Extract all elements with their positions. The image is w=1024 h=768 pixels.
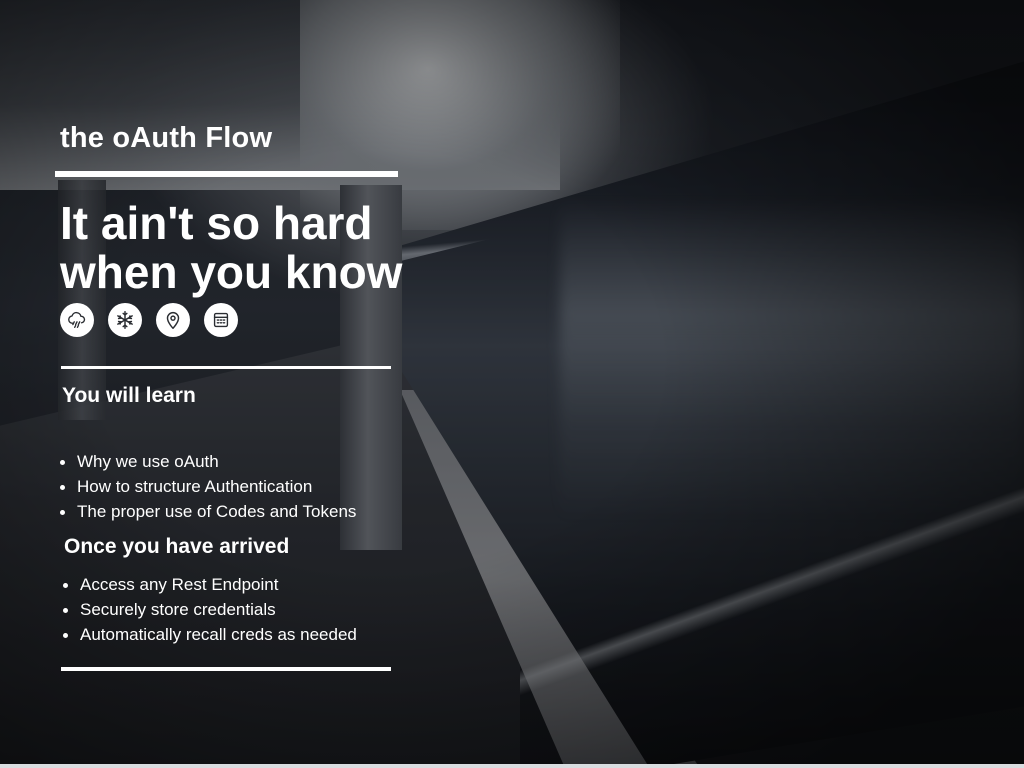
- learn-heading: You will learn: [62, 384, 196, 407]
- list-item: The proper use of Codes and Tokens: [60, 499, 356, 524]
- slide-content: the oAuth Flow It ain't so hard when you…: [0, 0, 1024, 768]
- divider-bottom: [61, 667, 391, 671]
- icon-row: [60, 303, 238, 337]
- list-item: Why we use oAuth: [60, 449, 356, 474]
- divider-top: [55, 171, 398, 177]
- headline-line-2: when you know: [60, 246, 403, 298]
- arrived-list: Access any Rest Endpoint Securely store …: [63, 572, 357, 647]
- headline-line-1: It ain't so hard: [60, 197, 373, 249]
- slide-title: the oAuth Flow: [60, 122, 273, 154]
- snowflake-icon: [108, 303, 142, 337]
- list-item: Automatically recall creds as needed: [63, 622, 357, 647]
- list-item: Access any Rest Endpoint: [63, 572, 357, 597]
- map-pin-icon: [156, 303, 190, 337]
- list-item: How to structure Authentication: [60, 474, 356, 499]
- cloud-rain-icon: [60, 303, 94, 337]
- arrived-heading: Once you have arrived: [64, 535, 290, 558]
- calendar-icon: [204, 303, 238, 337]
- divider-middle: [61, 366, 391, 369]
- learn-list: Why we use oAuth How to structure Authen…: [60, 449, 356, 524]
- headline: It ain't so hard when you know: [60, 199, 402, 297]
- list-item: Securely store credentials: [63, 597, 357, 622]
